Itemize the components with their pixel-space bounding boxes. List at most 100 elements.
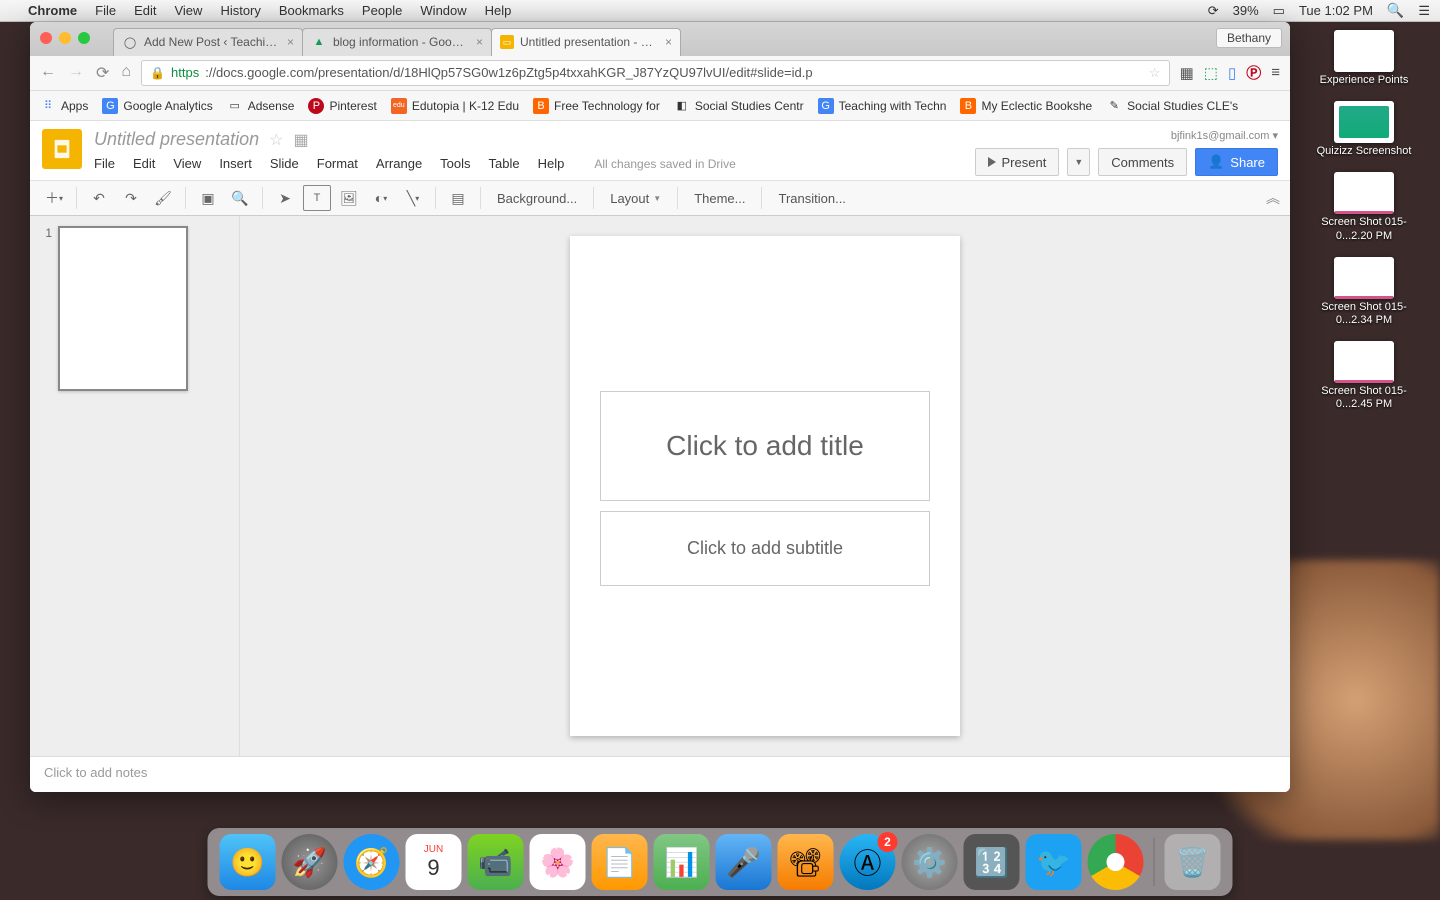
slide-canvas[interactable]: Click to add title Click to add subtitle (570, 236, 960, 736)
desktop-file[interactable]: Screen Shot 015-0...2.45 PM (1304, 341, 1424, 411)
mac-menu-window[interactable]: Window (420, 3, 466, 18)
present-button[interactable]: Present (975, 148, 1060, 176)
select-tool-button[interactable]: ➤ (271, 185, 299, 211)
menu-arrange[interactable]: Arrange (376, 156, 422, 171)
undo-button[interactable]: ↶ (85, 185, 113, 211)
slide-thumbnail[interactable] (58, 226, 188, 391)
dock-safari-icon[interactable]: 🧭 (344, 834, 400, 890)
comment-icon-button[interactable]: ▤ (444, 185, 472, 211)
mac-app-name[interactable]: Chrome (28, 3, 77, 18)
bookmark-item[interactable]: GGoogle Analytics (102, 98, 212, 114)
desktop-file[interactable]: Screen Shot 015-0...2.20 PM (1304, 172, 1424, 242)
menu-view[interactable]: View (173, 156, 201, 171)
pinterest-extension-icon[interactable]: Ⓟ (1246, 62, 1261, 83)
zoom-window-icon[interactable] (78, 32, 90, 44)
menu-insert[interactable]: Insert (219, 156, 252, 171)
present-dropdown-button[interactable]: ▼ (1067, 148, 1090, 176)
tab-close-icon[interactable]: × (476, 35, 483, 49)
chrome-profile-button[interactable]: Bethany (1216, 28, 1282, 48)
dock-appstore-icon[interactable]: Ⓐ2 (840, 834, 896, 890)
bookmark-item[interactable]: GTeaching with Techn (818, 98, 947, 114)
browser-tab[interactable]: ▲ blog information - Google D × (302, 28, 492, 56)
mac-menu-view[interactable]: View (174, 3, 202, 18)
chrome-menu-icon[interactable]: ≡ (1271, 64, 1280, 81)
line-button[interactable]: ╲▾ (399, 185, 427, 211)
dock-chrome-icon[interactable] (1088, 834, 1144, 890)
mac-menu-history[interactable]: History (220, 3, 260, 18)
dock-launchpad-icon[interactable]: 🚀 (282, 834, 338, 890)
browser-tab[interactable]: ▭ Untitled presentation - Goo × (491, 28, 681, 56)
slides-logo-icon[interactable] (42, 129, 82, 169)
redo-button[interactable]: ↷ (117, 185, 145, 211)
mac-menu-bookmarks[interactable]: Bookmarks (279, 3, 344, 18)
dock-pages-icon[interactable]: 📄 (592, 834, 648, 890)
browser-tab[interactable]: ◯ Add New Post ‹ Teaching w × (113, 28, 303, 56)
desktop-file[interactable]: Screen Shot 015-0...2.34 PM (1304, 257, 1424, 327)
slide-filmstrip[interactable]: 1 (30, 216, 240, 756)
paint-format-button[interactable]: 🖌 (149, 185, 177, 211)
slide-canvas-area[interactable]: Click to add title Click to add subtitle (240, 216, 1290, 756)
bookmark-item[interactable]: ◧Social Studies Centr (674, 98, 804, 114)
desktop-file[interactable]: Quizizz Screenshot (1317, 101, 1412, 158)
menu-file[interactable]: File (94, 156, 115, 171)
minimize-window-icon[interactable] (59, 32, 71, 44)
bookmark-item[interactable]: ▭Adsense (227, 98, 295, 114)
address-bar[interactable]: 🔒 https://docs.google.com/presentation/d… (141, 60, 1170, 86)
tab-close-icon[interactable]: × (665, 35, 672, 49)
extension-icon[interactable]: ▦ (1180, 64, 1194, 82)
menu-format[interactable]: Format (317, 156, 358, 171)
transition-button[interactable]: Transition... (770, 191, 853, 206)
extension-icon[interactable]: ▯ (1228, 64, 1236, 82)
window-controls[interactable] (40, 32, 90, 44)
extension-icon[interactable]: ⬚ (1204, 64, 1218, 82)
bookmark-item[interactable]: ✎Social Studies CLE's (1106, 98, 1238, 114)
notification-center-icon[interactable]: ☰ (1418, 3, 1430, 19)
share-button[interactable]: 👤Share (1195, 148, 1278, 176)
title-placeholder[interactable]: Click to add title (600, 391, 930, 501)
dock-calendar-icon[interactable]: JUN9 (406, 834, 462, 890)
clock[interactable]: Tue 1:02 PM (1299, 3, 1373, 18)
menu-table[interactable]: Table (489, 156, 520, 171)
document-title[interactable]: Untitled presentation (94, 129, 259, 150)
dock-finder-icon[interactable]: 🙂 (220, 834, 276, 890)
zoom-button[interactable]: 🔍 (226, 185, 254, 211)
shape-button[interactable]: ◐▾ (367, 185, 395, 211)
mac-menu-people[interactable]: People (362, 3, 402, 18)
bookmark-item[interactable]: eduEdutopia | K-12 Edu (391, 98, 519, 114)
bookmark-item[interactable]: BMy Eclectic Bookshe (960, 98, 1092, 114)
theme-button[interactable]: Theme... (686, 191, 753, 206)
menu-help[interactable]: Help (538, 156, 565, 171)
image-button[interactable]: 🖼 (335, 185, 363, 211)
layout-button[interactable]: Layout▼ (602, 191, 669, 206)
bookmark-star-icon[interactable]: ☆ (1149, 65, 1161, 81)
sync-icon[interactable]: ⟳ (1208, 3, 1219, 19)
home-button[interactable]: ⌂ (121, 63, 131, 83)
subtitle-placeholder[interactable]: Click to add subtitle (600, 511, 930, 586)
tab-close-icon[interactable]: × (287, 35, 294, 49)
new-slide-button[interactable]: ＋▾ (40, 185, 68, 211)
desktop-file[interactable]: Experience Points (1320, 30, 1409, 87)
forward-button[interactable]: → (68, 63, 84, 83)
bookmark-item[interactable]: PPinterest (308, 98, 376, 114)
textbox-button[interactable]: T (303, 185, 331, 211)
background-button[interactable]: Background... (489, 191, 585, 206)
zoom-fit-button[interactable]: ▣ (194, 185, 222, 211)
dock-keynote-icon[interactable]: 🎤 (716, 834, 772, 890)
dock-twitter-icon[interactable]: 🐦 (1026, 834, 1082, 890)
collapse-toolbar-icon[interactable]: ︽ (1266, 188, 1280, 208)
star-icon[interactable]: ☆ (269, 130, 283, 150)
close-window-icon[interactable] (40, 32, 52, 44)
bookmark-apps[interactable]: ⠿Apps (40, 98, 88, 114)
menu-tools[interactable]: Tools (440, 156, 470, 171)
reload-button[interactable]: ⟳ (96, 63, 109, 83)
folder-icon[interactable]: ▦ (293, 130, 308, 150)
dock-facetime-icon[interactable]: 📹 (468, 834, 524, 890)
dock-powerpoint-icon[interactable]: 📽 (778, 834, 834, 890)
menu-edit[interactable]: Edit (133, 156, 155, 171)
bookmark-item[interactable]: BFree Technology for (533, 98, 660, 114)
back-button[interactable]: ← (40, 63, 56, 83)
dock-settings-icon[interactable]: ⚙️ (902, 834, 958, 890)
comments-button[interactable]: Comments (1098, 148, 1187, 176)
dock-numbers-icon[interactable]: 📊 (654, 834, 710, 890)
mac-menu-edit[interactable]: Edit (134, 3, 156, 18)
